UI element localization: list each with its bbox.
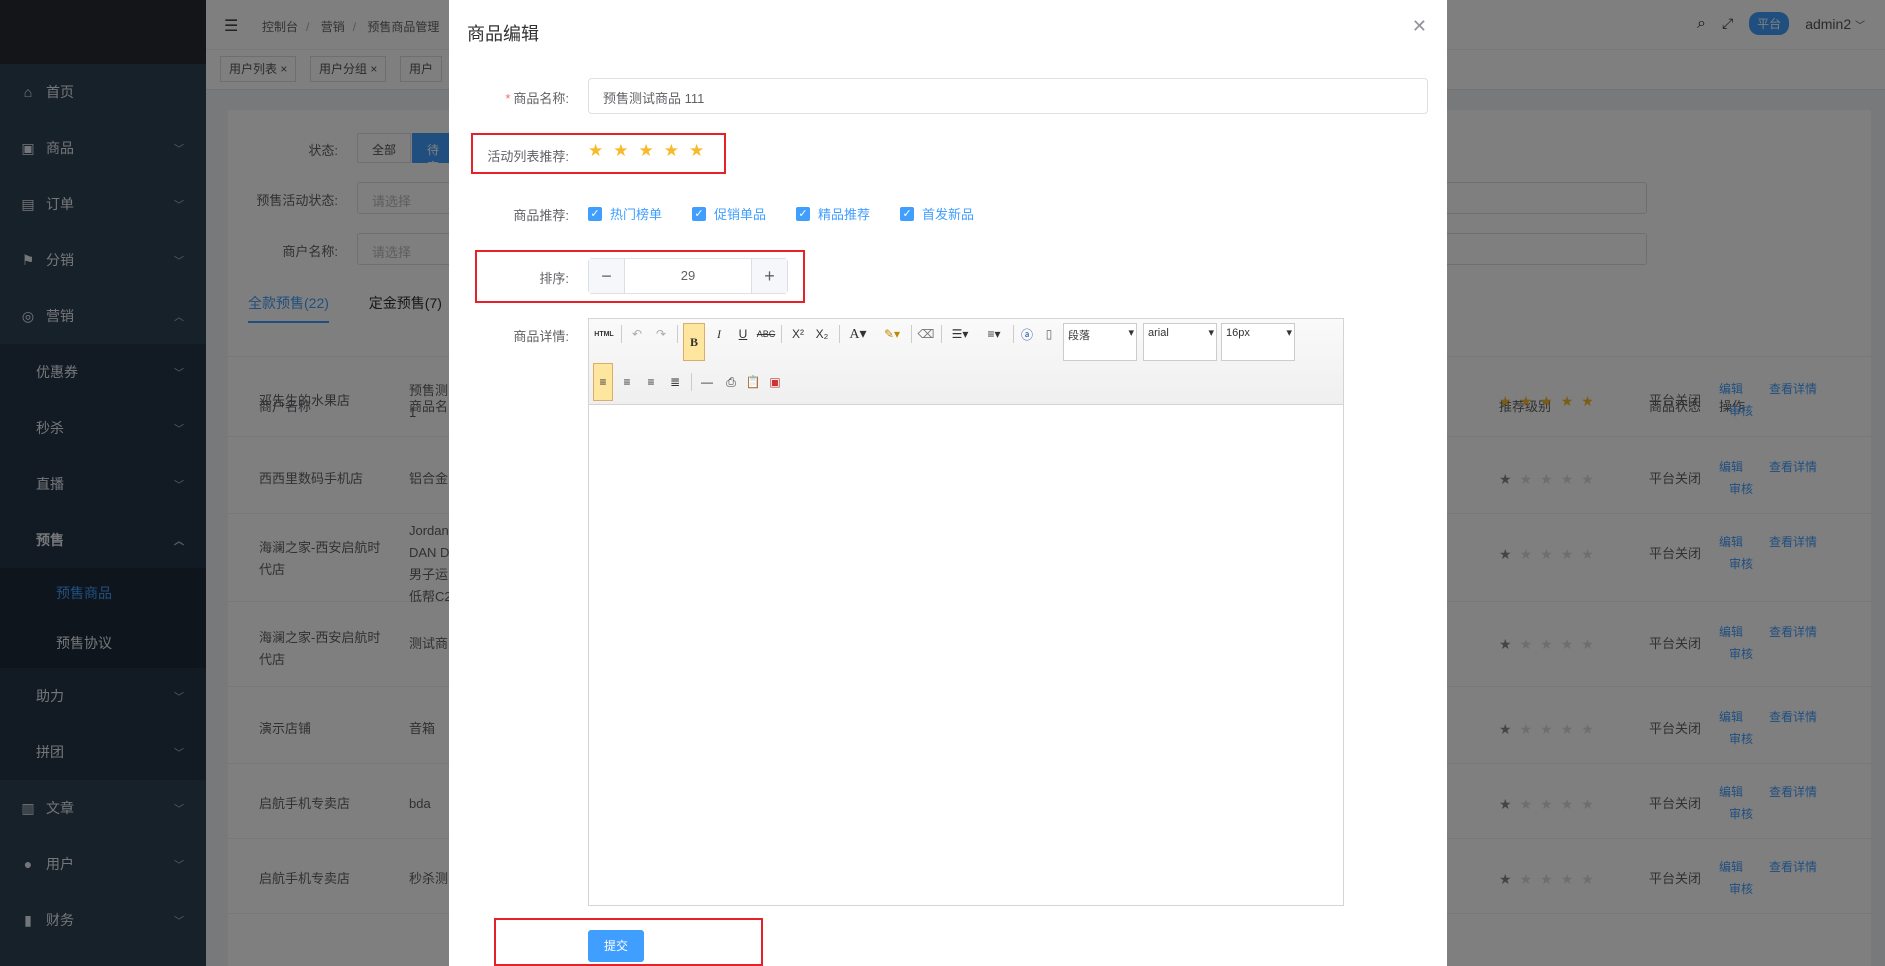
star-icon[interactable]: ★: [689, 141, 704, 161]
paragraph-select[interactable]: 段落 ▾: [1063, 323, 1137, 361]
align-center-icon[interactable]: ≡: [617, 371, 637, 393]
unordered-list-icon[interactable]: ≡▾: [979, 323, 1009, 345]
font-family-select[interactable]: arial ▾: [1143, 323, 1217, 361]
eraser-icon[interactable]: ⌫: [915, 323, 937, 345]
align-right-icon[interactable]: ≡: [641, 371, 661, 393]
checkbox-hot[interactable]: ✓ 热门榜单: [588, 204, 662, 223]
close-icon[interactable]: ✕: [1412, 16, 1427, 37]
dialog-title: 商品编辑: [467, 24, 539, 44]
sort-label: 排序:: [539, 271, 569, 286]
align-left-icon[interactable]: ≡: [593, 363, 613, 401]
dropdown-arrow-icon: ▾: [1208, 327, 1214, 339]
paste-icon[interactable]: 📋: [743, 371, 763, 393]
rich-text-editor: HTML ↶ ↷ B I U ABC X² X₂ A▾ ✎▾ ⌫ ☰▾ ≡▾ ⓐ…: [588, 318, 1344, 906]
font-color-icon[interactable]: A▾: [843, 323, 873, 345]
highlight-color-icon[interactable]: ✎▾: [877, 323, 907, 345]
check-icon: ✓: [796, 206, 811, 221]
checkbox-new[interactable]: ✓ 首发新品: [900, 204, 974, 223]
editor-toolbar: HTML ↶ ↷ B I U ABC X² X₂ A▾ ✎▾ ⌫ ☰▾ ≡▾ ⓐ…: [589, 319, 1343, 405]
product-rec-label: 商品推荐:: [513, 208, 569, 223]
bold-icon[interactable]: B: [683, 323, 705, 361]
font-size-select[interactable]: 16px ▾: [1221, 323, 1295, 361]
anchor-icon[interactable]: ⓐ: [1017, 323, 1037, 345]
print-icon[interactable]: ⎙: [721, 371, 741, 393]
underline-icon[interactable]: U: [733, 323, 753, 345]
justify-icon[interactable]: ≣: [665, 371, 685, 393]
detail-label: 商品详情:: [513, 329, 569, 344]
activity-rec-rating[interactable]: ★ ★ ★ ★ ★: [588, 141, 704, 161]
dropdown-arrow-icon: ▾: [1128, 327, 1134, 339]
star-icon[interactable]: ★: [639, 141, 654, 161]
submit-button[interactable]: 提交: [588, 930, 644, 962]
check-icon: ✓: [588, 206, 602, 221]
activity-rec-label: 活动列表推荐:: [487, 149, 569, 164]
product-edit-dialog: 商品编辑 ✕ * 商品名称: 预售测试商品 111 活动列表推荐: ★ ★ ★ ★…: [449, 0, 1447, 966]
check-icon: ✓: [692, 206, 707, 221]
star-icon[interactable]: ★: [588, 141, 603, 161]
product-rec-checkboxes: ✓ 热门榜单 ✓ 促销单品 ✓ 精品推荐 ✓ 首发新品: [588, 204, 974, 223]
horizontal-rule-icon[interactable]: —: [697, 371, 717, 393]
ordered-list-icon[interactable]: ☰▾: [945, 323, 975, 345]
checkbox-promo[interactable]: ✓ 促销单品: [692, 204, 766, 223]
document-icon[interactable]: ▯: [1039, 323, 1059, 345]
sort-stepper: − 29 +: [588, 258, 788, 294]
dropdown-arrow-icon: ▾: [1286, 327, 1292, 339]
decrement-button[interactable]: −: [589, 259, 625, 293]
html-source-button[interactable]: HTML: [593, 323, 615, 345]
image-icon[interactable]: ▣: [765, 371, 785, 393]
superscript-icon[interactable]: X²: [787, 323, 809, 345]
star-icon[interactable]: ★: [664, 141, 679, 161]
undo-icon[interactable]: ↶: [627, 323, 647, 345]
star-icon[interactable]: ★: [613, 141, 628, 161]
editor-body[interactable]: [589, 405, 1343, 905]
checkbox-quality[interactable]: ✓ 精品推荐: [796, 204, 870, 223]
redo-icon[interactable]: ↷: [651, 323, 671, 345]
increment-button[interactable]: +: [751, 259, 787, 293]
product-name-label: * 商品名称:: [505, 91, 569, 106]
strikethrough-icon[interactable]: ABC: [755, 323, 777, 345]
product-name-input[interactable]: 预售测试商品 111: [588, 78, 1428, 114]
sort-input[interactable]: 29: [625, 259, 751, 293]
italic-icon[interactable]: I: [709, 323, 729, 345]
check-icon: ✓: [900, 206, 915, 221]
subscript-icon[interactable]: X₂: [811, 323, 833, 345]
